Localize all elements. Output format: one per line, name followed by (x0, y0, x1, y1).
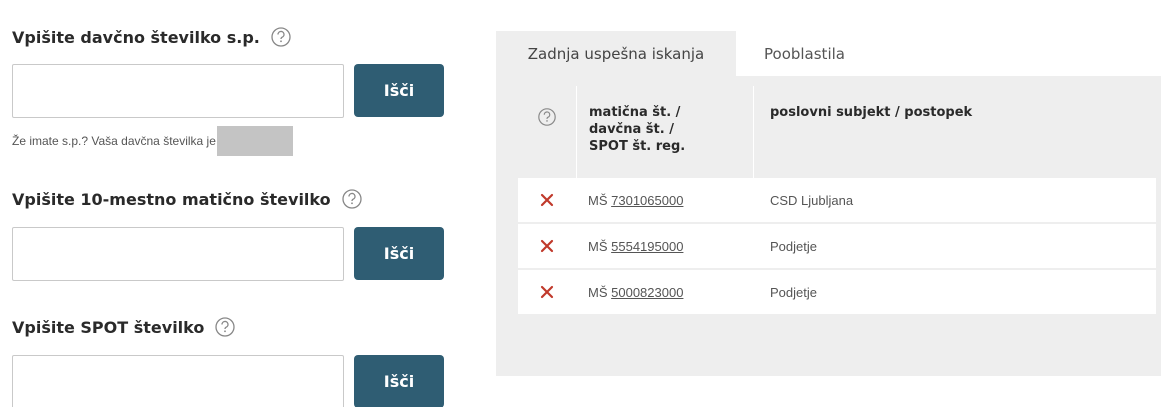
header-identifier: matična št. / davčna št. / SPOT št. reg. (576, 86, 754, 178)
help-icon[interactable] (536, 106, 558, 128)
redacted-tax-number (216, 126, 293, 156)
tab-recent-searches[interactable]: Zadnja uspešna iskanja (496, 31, 736, 76)
recent-searches-panel: Zadnja uspešna iskanja Pooblastila matič… (496, 31, 1161, 376)
header-id-line: matična št. / (589, 105, 681, 120)
header-help-cell (518, 86, 576, 178)
registration-number-link[interactable]: 5000823000 (611, 285, 683, 300)
tax-number-input[interactable] (12, 64, 344, 118)
table-row: MŠ 7301065000 CSD Ljubljana (518, 178, 1156, 224)
recent-searches-table: matična št. / davčna št. / SPOT št. reg.… (518, 86, 1156, 316)
spot-number-label: Vpišite SPOT številko (12, 316, 236, 338)
tab-authorizations[interactable]: Pooblastila (736, 31, 876, 76)
reg-number-label-text: Vpišite 10-mestno matično številko (12, 189, 331, 209)
spot-search-button[interactable]: Išči (354, 355, 444, 407)
table-row: MŠ 5554195000 Podjetje (518, 224, 1156, 270)
remove-icon[interactable] (536, 235, 558, 257)
spot-number-input[interactable] (12, 355, 344, 407)
id-prefix: MŠ (588, 284, 608, 300)
id-prefix: MŠ (588, 192, 608, 208)
tax-number-hint: Že imate s.p.? Vaša davčna številka je (12, 126, 293, 156)
registration-number-link[interactable]: 5554195000 (611, 239, 683, 254)
table-row: MŠ 5000823000 Podjetje (518, 270, 1156, 316)
tax-number-label-text: Vpišite davčno številko s.p. (12, 27, 260, 47)
header-id-line: SPOT št. reg. (589, 139, 686, 154)
search-forms: Vpišite davčno številko s.p. Išči Že ima… (0, 0, 470, 407)
hint-text: Že imate s.p.? Vaša davčna številka je (12, 134, 216, 148)
page: Vpišite davčno številko s.p. Išči Že ima… (0, 0, 1161, 407)
help-icon[interactable] (270, 26, 292, 48)
identifier-cell: MŠ 7301065000 (576, 178, 754, 224)
remove-cell (518, 270, 576, 316)
remove-cell (518, 224, 576, 270)
remove-icon[interactable] (536, 189, 558, 211)
remove-icon[interactable] (536, 281, 558, 303)
identifier-cell: MŠ 5000823000 (576, 270, 754, 316)
tax-number-label: Vpišite davčno številko s.p. (12, 26, 292, 48)
help-icon[interactable] (341, 188, 363, 210)
tab-bar: Zadnja uspešna iskanja Pooblastila (496, 31, 876, 76)
subject-cell: CSD Ljubljana (754, 178, 1156, 224)
subject-cell: Podjetje (754, 270, 1156, 316)
header-id-line: davčna št. / (589, 122, 674, 137)
remove-cell (518, 178, 576, 224)
table-header-row: matična št. / davčna št. / SPOT št. reg.… (518, 86, 1156, 178)
identifier-cell: MŠ 5554195000 (576, 224, 754, 270)
reg-number-label: Vpišite 10-mestno matično številko (12, 188, 363, 210)
reg-number-input[interactable] (12, 227, 344, 281)
registration-number-link[interactable]: 7301065000 (611, 193, 683, 208)
id-prefix: MŠ (588, 238, 608, 254)
reg-search-button[interactable]: Išči (354, 227, 444, 280)
tab-content: matična št. / davčna št. / SPOT št. reg.… (496, 76, 1161, 376)
tax-search-button[interactable]: Išči (354, 64, 444, 117)
help-icon[interactable] (214, 316, 236, 338)
spot-number-label-text: Vpišite SPOT številko (12, 317, 205, 337)
header-subject: poslovni subjekt / postopek (770, 105, 973, 120)
subject-cell: Podjetje (754, 224, 1156, 270)
